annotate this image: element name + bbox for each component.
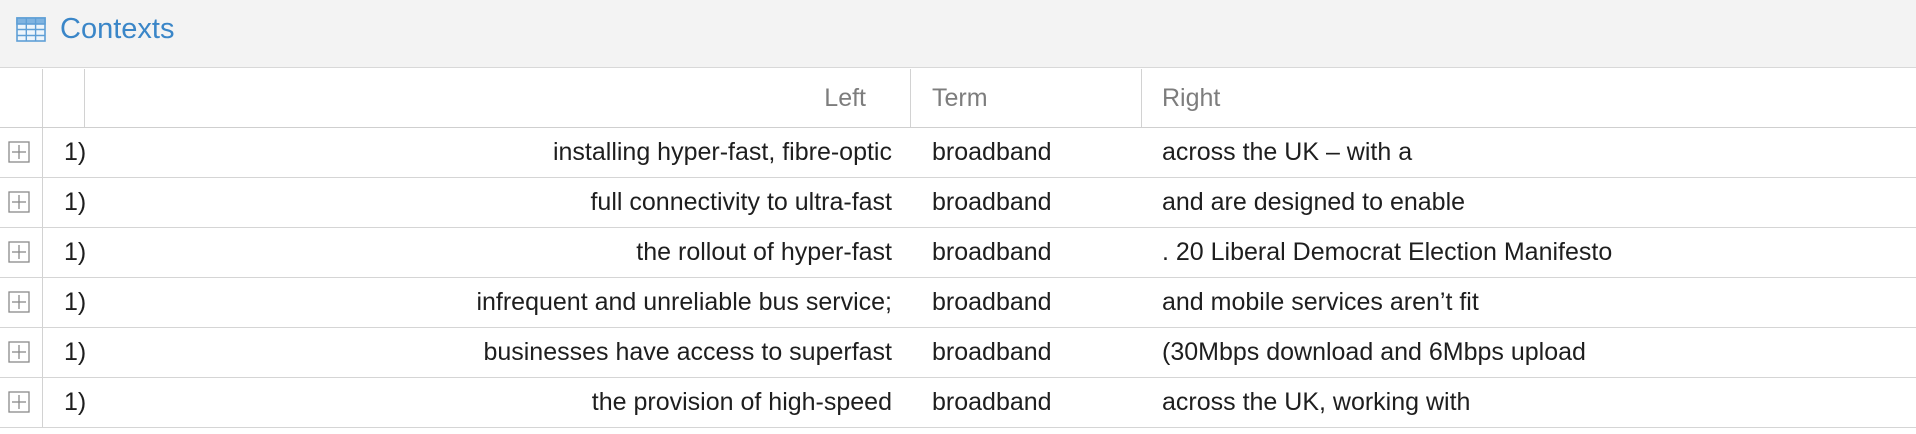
row-divider — [42, 228, 43, 277]
term[interactable]: broadband — [932, 228, 1052, 277]
table-row: 1) installing hyper-fast, fibre-optic br… — [0, 128, 1916, 178]
column-divider — [84, 69, 85, 127]
row-number: 1) — [64, 188, 87, 216]
right-context: and are designed to enable — [1162, 188, 1466, 216]
row-divider — [42, 128, 43, 177]
expand-icon[interactable] — [8, 391, 30, 413]
table-row: 1) full connectivity to ultra-fast broad… — [0, 178, 1916, 228]
term[interactable]: broadband — [932, 328, 1052, 377]
term[interactable]: broadband — [932, 378, 1052, 427]
row-number: 1) — [64, 238, 87, 266]
left-context: the provision of high-speed — [591, 388, 892, 416]
expand-icon[interactable] — [8, 141, 30, 163]
row-number: 1) — [64, 288, 87, 316]
term[interactable]: broadband — [932, 278, 1052, 327]
right-context: across the UK – with a — [1162, 138, 1413, 166]
left-context: full connectivity to ultra-fast — [590, 188, 892, 216]
table-icon — [16, 17, 46, 42]
row-divider — [42, 178, 43, 227]
right-context: and mobile services aren’t fit — [1162, 288, 1479, 316]
right-context: . 20 Liberal Democrat Election Manifesto — [1162, 238, 1613, 266]
contexts-table: Left Term Right 1) installing hyper-fast… — [0, 69, 1916, 428]
left-context: the rollout of hyper-fast — [636, 238, 892, 266]
table-row: 1) businesses have access to superfast b… — [0, 328, 1916, 378]
right-context: (30Mbps download and 6Mbps upload — [1162, 338, 1586, 366]
column-header-left[interactable]: Left — [86, 69, 866, 127]
row-divider — [42, 378, 43, 427]
right-context: across the UK, working with — [1162, 388, 1471, 416]
column-header-right[interactable]: Right — [1162, 69, 1220, 127]
column-divider — [910, 69, 911, 127]
left-context: businesses have access to superfast — [483, 338, 892, 366]
expand-icon[interactable] — [8, 191, 30, 213]
expand-icon[interactable] — [8, 241, 30, 263]
term[interactable]: broadband — [932, 128, 1052, 177]
left-context: infrequent and unreliable bus service; — [476, 288, 892, 316]
row-divider — [42, 328, 43, 377]
column-divider — [1141, 69, 1142, 127]
column-divider — [42, 69, 43, 127]
table-header: Left Term Right — [0, 69, 1916, 128]
row-number: 1) — [64, 388, 87, 416]
row-number: 1) — [64, 338, 87, 366]
left-context: installing hyper-fast, fibre-optic — [552, 138, 892, 166]
panel-header: Contexts — [0, 0, 1916, 68]
expand-icon[interactable] — [8, 291, 30, 313]
expand-icon[interactable] — [8, 341, 30, 363]
term[interactable]: broadband — [932, 178, 1052, 227]
table-row: 1) the provision of high-speed broadband… — [0, 378, 1916, 428]
table-row: 1) the rollout of hyper-fast broadband .… — [0, 228, 1916, 278]
row-number: 1) — [64, 138, 87, 166]
table-row: 1) infrequent and unreliable bus service… — [0, 278, 1916, 328]
panel-title: Contexts — [60, 13, 175, 45]
column-header-term[interactable]: Term — [932, 69, 988, 127]
row-divider — [42, 278, 43, 327]
